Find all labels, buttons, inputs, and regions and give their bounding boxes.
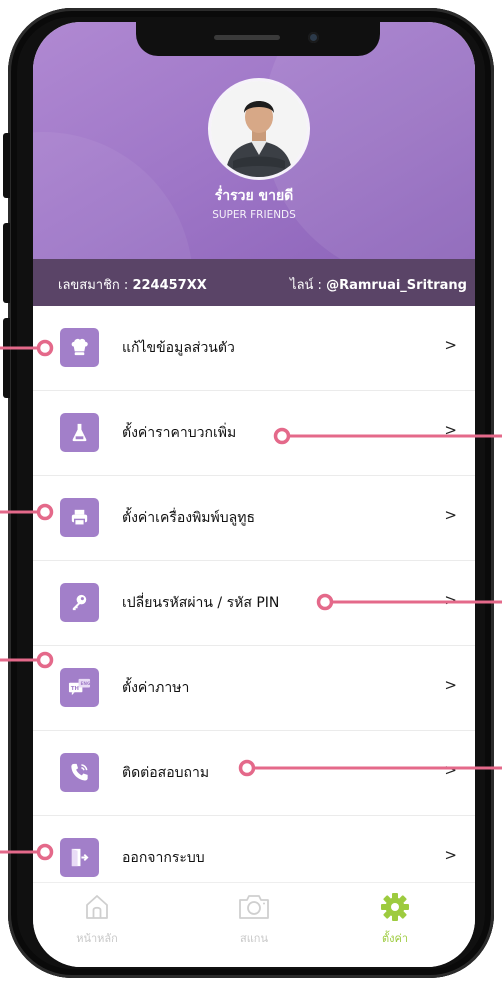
member-info-bar: เลขสมาชิก : 224457XX ไลน์ : @Ramruai_Sri… [33,259,475,306]
tab-label: หน้าหลัก [76,932,118,945]
line-id-value: @Ramruai_Sritrang [326,278,467,293]
profile-name: ร่ำรวย ขายดี [214,188,294,204]
member-number-value: 224457XX [132,278,207,293]
phone-icon [60,753,99,792]
volume-down-button [3,318,10,398]
avatar[interactable] [211,81,307,177]
avatar-photo [211,81,307,177]
member-number: เลขสมาชิก : 224457XX [58,274,207,295]
menu-item-price-markup[interactable]: ตั้งค่าราคาบวกเพิ่ม > [33,391,475,476]
svg-text:ENG: ENG [80,681,91,687]
menu-item-label: เปลี่ยนรหัสผ่าน / รหัส PIN [122,595,280,611]
menu-item-language[interactable]: TH ENG ตั้งค่าภาษา > [33,646,475,731]
menu-item-label: ตั้งค่าภาษา [122,680,190,696]
phone-notch [136,22,380,56]
tab-label: ตั้งค่า [381,932,409,945]
bottom-tab-bar: หน้าหลัก สแกน ตั้งค่า [33,882,475,967]
settings-menu: แก้ไขข้อมูลส่วนตัว > ตั้งค่าราคาบวกเพิ่ม… [33,306,475,901]
gear-icon [381,893,409,921]
tab-label: สแกน [240,932,268,945]
logout-icon [60,838,99,877]
member-number-label: เลขสมาชิก : [58,278,133,293]
menu-item-bluetooth-printer[interactable]: ตั้งค่าเครื่องพิมพ์บลูทูธ > [33,476,475,561]
flask-icon [60,413,99,452]
language-icon: TH ENG [60,668,99,707]
line-id-label: ไลน์ : [290,278,327,293]
menu-item-edit-profile[interactable]: แก้ไขข้อมูลส่วนตัว > [33,306,475,391]
key-icon [60,583,99,622]
chef-hat-icon [60,328,99,367]
chevron-right-icon: > [444,676,457,694]
printer-icon [60,498,99,537]
menu-item-change-password[interactable]: เปลี่ยนรหัสผ่าน / รหัส PIN > [33,561,475,646]
front-camera [308,32,319,43]
chevron-right-icon: > [444,506,457,524]
home-icon [86,895,108,919]
tab-home[interactable]: หน้าหลัก [37,891,157,947]
app-screen: ร่ำรวย ขายดี SUPER FRIENDS เลขสมาชิก : 2… [33,22,475,967]
speaker-grille [214,35,280,40]
line-id: ไลน์ : @Ramruai_Sritrang [290,274,467,295]
menu-item-contact[interactable]: ติดต่อสอบถาม > [33,731,475,816]
tab-settings[interactable]: ตั้งค่า [335,891,455,947]
menu-item-label: แก้ไขข้อมูลส่วนตัว [122,340,235,356]
profile-header: ร่ำรวย ขายดี SUPER FRIENDS [33,22,475,432]
chevron-right-icon: > [444,336,457,354]
camera-icon [239,895,269,919]
menu-item-label: ออกจากระบบ [122,850,205,866]
svg-text:TH: TH [71,686,79,692]
chevron-right-icon: > [444,846,457,864]
tab-scan[interactable]: สแกน [194,891,314,947]
profile-subtitle: SUPER FRIENDS [212,209,296,221]
chevron-right-icon: > [444,591,457,609]
menu-item-label: ตั้งค่าราคาบวกเพิ่ม [122,425,237,441]
menu-item-label: ตั้งค่าเครื่องพิมพ์บลูทูธ [122,510,255,526]
volume-up-button [3,223,10,303]
chevron-right-icon: > [444,421,457,439]
chevron-right-icon: > [444,761,457,779]
mute-switch [3,133,10,198]
menu-item-label: ติดต่อสอบถาม [122,765,210,781]
